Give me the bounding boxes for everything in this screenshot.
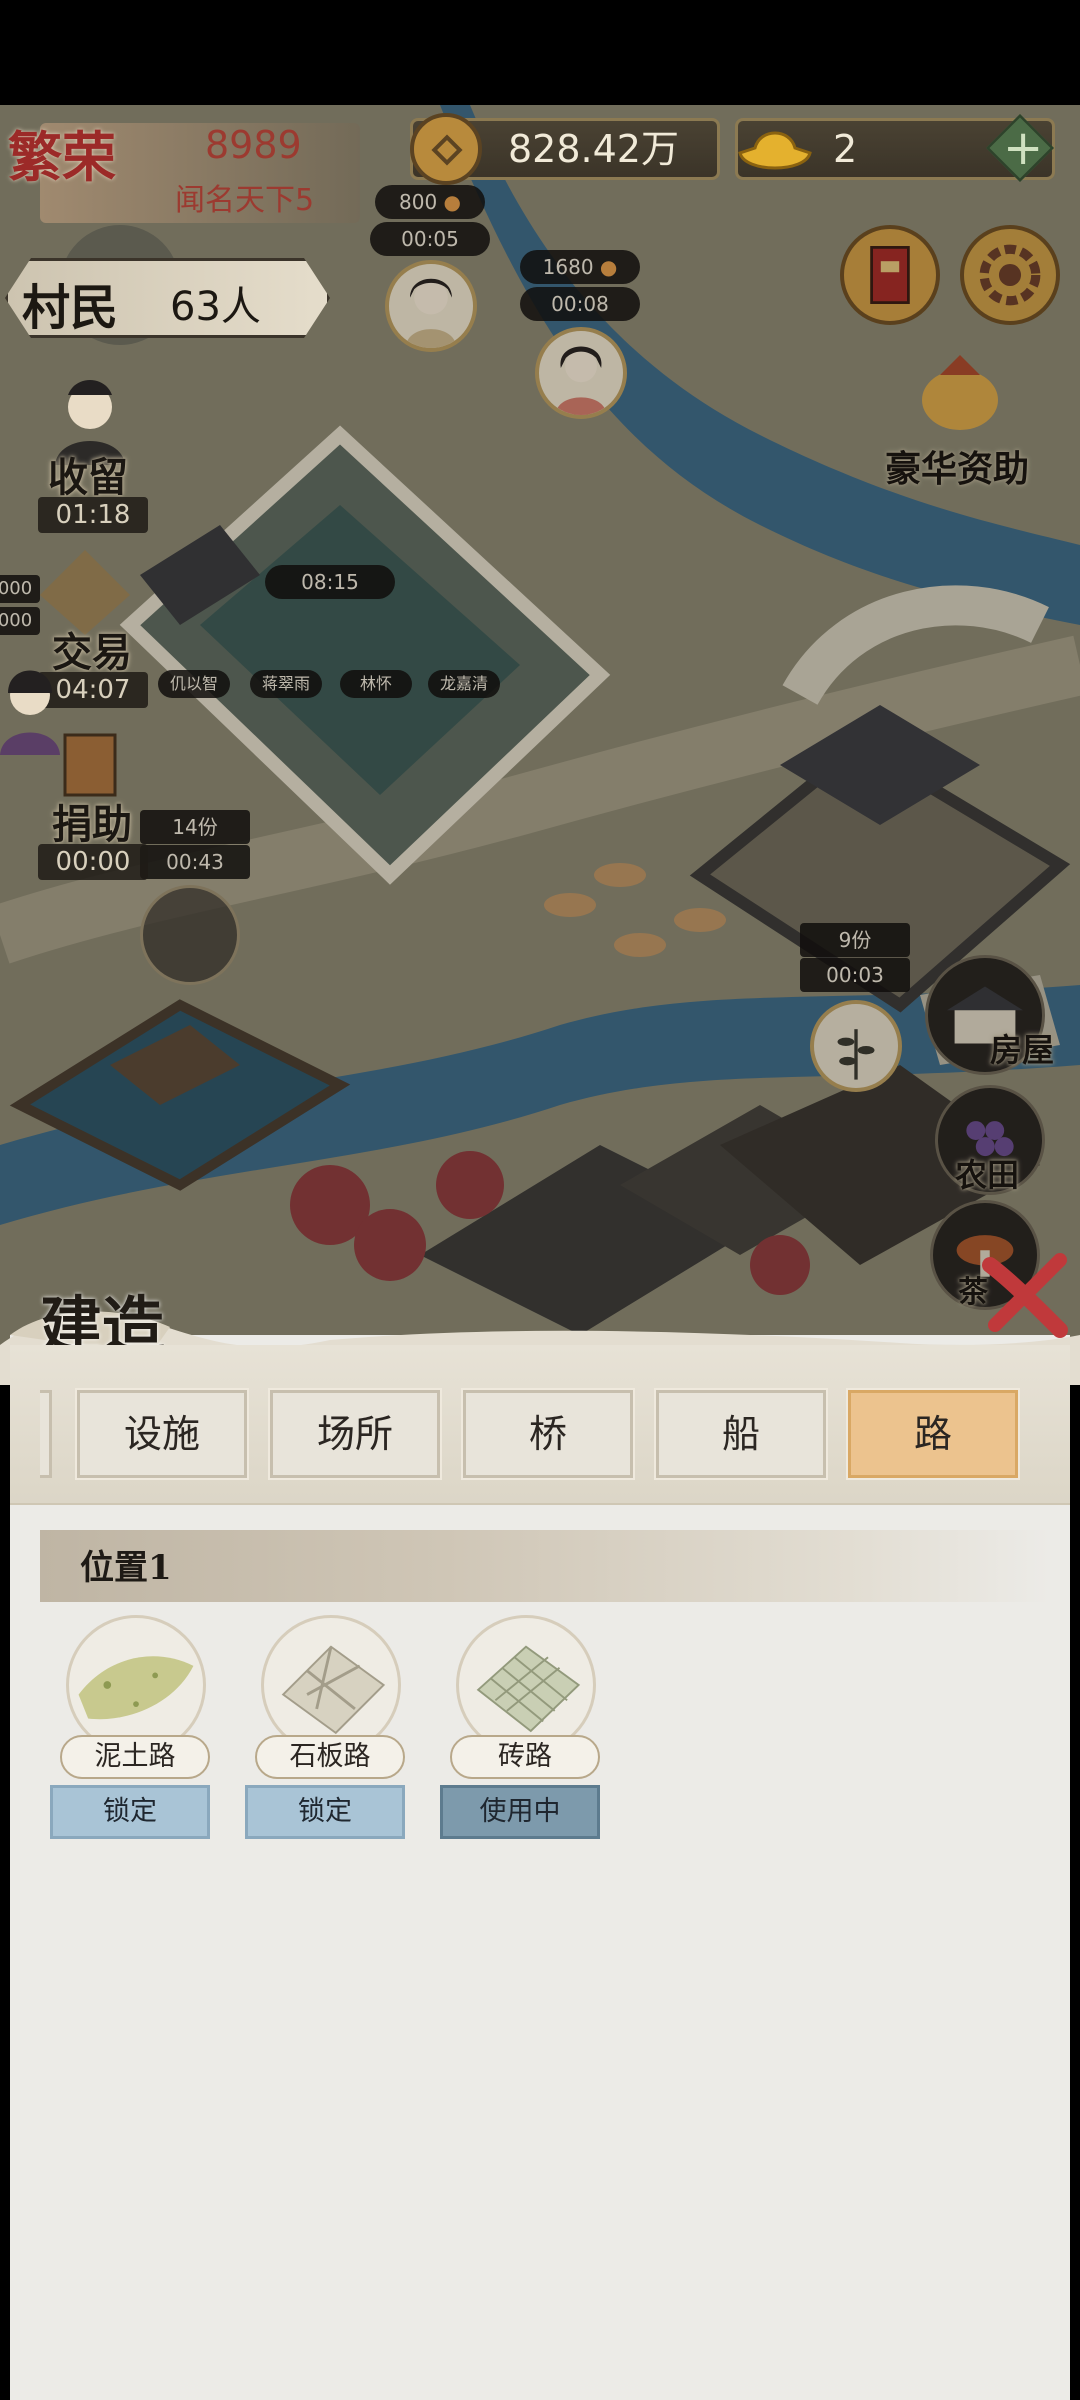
- flagstone-road-status-button[interactable]: 锁定: [245, 1785, 405, 1839]
- tab-scroll-edge[interactable]: [40, 1390, 52, 1478]
- dirt-road-icon: [66, 1615, 206, 1755]
- npc2-price-pill: 1680 ●: [520, 250, 640, 284]
- npc2-avatar[interactable]: [535, 327, 627, 419]
- shelter-label[interactable]: 收留: [48, 445, 128, 503]
- tab-facilities[interactable]: 设施: [75, 1388, 249, 1480]
- prosperity-value: 8989: [205, 123, 302, 167]
- npc2-timer: 00:08: [520, 287, 640, 321]
- gear-icon: [979, 244, 1041, 306]
- garden-person-1[interactable]: 仉以智: [158, 670, 230, 698]
- luxury-aid-label[interactable]: 豪华资助: [885, 440, 1029, 492]
- farmland-label[interactable]: 农田: [955, 1150, 1019, 1196]
- npc1-price-pill: 800 ●: [375, 185, 485, 219]
- red-envelope-button[interactable]: [840, 225, 940, 325]
- npc1-avatar[interactable]: [385, 260, 477, 352]
- prosperity-rank: 闻名天下5: [175, 183, 315, 218]
- tab-venues-label: 场所: [316, 1412, 393, 1456]
- envelope-icon: [870, 246, 910, 304]
- garden-timer: 08:15: [265, 565, 395, 599]
- house-label[interactable]: 房屋: [990, 1025, 1054, 1071]
- plant-icon: [837, 1029, 875, 1080]
- npc1-price: 800: [399, 190, 438, 214]
- tab-road-label: 路: [913, 1412, 952, 1456]
- plus-icon: +: [1003, 120, 1044, 176]
- tab-road[interactable]: 路: [846, 1388, 1020, 1480]
- brick-road-icon: [456, 1615, 596, 1755]
- garden-person-2[interactable]: 蒋翠雨: [250, 670, 322, 698]
- flagstone-road-name: 石板路: [255, 1735, 405, 1779]
- close-icon: [982, 1253, 1068, 1338]
- brick-road-name: 砖路: [450, 1735, 600, 1779]
- tab-bridge[interactable]: 桥: [461, 1388, 635, 1480]
- tab-boat[interactable]: 船: [654, 1388, 828, 1480]
- dirt-road-status-button[interactable]: 锁定: [50, 1785, 210, 1839]
- coins-value: 828.42万: [508, 127, 679, 171]
- garden-person-4[interactable]: 龙嘉清: [428, 670, 500, 698]
- prosperity-label: 繁荣: [8, 125, 116, 189]
- luxury-aid-icon[interactable]: [905, 345, 1015, 435]
- shelter-timer: 01:18: [38, 497, 148, 533]
- dirt-road-name: 泥土路: [60, 1735, 210, 1779]
- tab-facilities-label: 设施: [123, 1412, 200, 1456]
- location-section-title: 位置1: [80, 1548, 172, 1588]
- coin-icon: ●: [443, 190, 461, 214]
- location-section-bar: [40, 1530, 1050, 1602]
- gift-pouch-icon: [922, 355, 998, 430]
- villagers-label: 村民: [22, 280, 119, 336]
- settings-button[interactable]: [960, 225, 1060, 325]
- donate-label[interactable]: 捐助: [52, 792, 132, 850]
- woman-portrait-icon: [405, 278, 457, 348]
- tab-venues[interactable]: 场所: [268, 1388, 442, 1480]
- fishing-icon[interactable]: [140, 885, 240, 985]
- npc1-timer: 00:05: [370, 222, 490, 256]
- pond-count: 14份: [140, 810, 250, 844]
- villagers-count: 63人: [170, 284, 261, 330]
- gold-ingot-icon: [735, 118, 815, 180]
- prosperity-banner[interactable]: 繁荣 8989 闻名天下5: [0, 105, 380, 225]
- flagstone-road-icon: [261, 1615, 401, 1755]
- farm-count: 9份: [800, 923, 910, 957]
- tab-boat-label: 船: [721, 1412, 760, 1456]
- brick-road-status-button[interactable]: 使用中: [440, 1785, 600, 1839]
- crop-icon[interactable]: [810, 1000, 902, 1092]
- donate-timer: 00:00: [38, 844, 148, 880]
- gold-value: 2: [833, 127, 858, 171]
- npc2-price: 1680: [542, 255, 594, 279]
- woman-portrait-icon: [555, 346, 607, 415]
- close-button[interactable]: [980, 1250, 1070, 1340]
- coin-icon: [410, 113, 482, 185]
- pond-timer: 00:43: [140, 845, 250, 879]
- garden-person-3[interactable]: 林怀: [340, 670, 412, 698]
- farm-timer: 00:03: [800, 958, 910, 992]
- coin-icon: ●: [599, 255, 618, 279]
- tab-bridge-label: 桥: [528, 1412, 567, 1456]
